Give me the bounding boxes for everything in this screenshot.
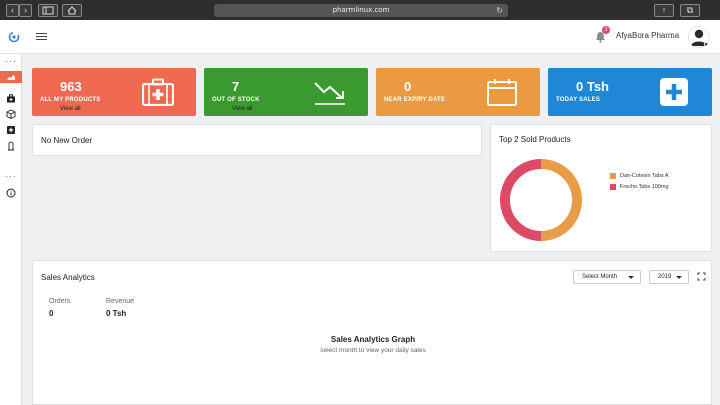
year-select[interactable]: 2019 <box>649 270 689 284</box>
plus-square-icon <box>7 126 15 134</box>
home-button[interactable] <box>62 4 82 17</box>
address-bar[interactable]: pharmlinux.com ↻ <box>214 4 508 17</box>
more-icon: ··· <box>5 57 17 66</box>
orders-value: 0 <box>49 309 54 318</box>
revenue-value: 0 Tsh <box>106 309 127 318</box>
legend-label: Dan-Cotesin Tabs A <box>620 173 669 179</box>
card-label: OUT OF STOCK <box>212 97 260 103</box>
sidebar: ··· ··· <box>0 54 22 405</box>
legend-label: Frecho Tabs 100mg <box>620 184 669 190</box>
fullscreen-icon[interactable] <box>697 272 706 281</box>
browser-back-button[interactable]: ‹ <box>6 4 19 17</box>
plus-box-icon <box>660 78 688 106</box>
year-select-value: 2019 <box>658 274 672 280</box>
avatar[interactable] <box>688 26 710 48</box>
view-all-link[interactable]: View all <box>60 106 81 112</box>
legend-item[interactable]: Dan-Cotesin Tabs A <box>610 173 669 179</box>
url-text: pharmlinux.com <box>332 6 390 14</box>
dashboard-icon <box>7 75 15 80</box>
tabs-button[interactable]: ⧉ <box>680 4 700 17</box>
top-products-title: Top 2 Sold Products <box>499 135 571 144</box>
medkit-icon <box>7 94 15 103</box>
sidebar-toggle-button[interactable] <box>38 4 58 17</box>
card-label: NEAR EXPIRY DATE <box>384 97 446 103</box>
reload-icon[interactable]: ↻ <box>496 4 503 17</box>
stat-card-near-expiry[interactable]: 0 NEAR EXPIRY DATE <box>376 68 540 116</box>
sales-analytics-panel: Sales Analytics Select Month 2019 Orders… <box>32 260 712 405</box>
medical-kit-icon <box>142 78 174 106</box>
box-icon <box>6 109 16 120</box>
app-logo-icon[interactable] <box>8 31 20 43</box>
app-header: 1 AfyaBora Pharma <box>0 20 720 54</box>
sidebar-item-info[interactable] <box>4 188 18 200</box>
view-all-link[interactable]: View all <box>232 106 253 112</box>
chevron-down-icon <box>676 276 682 279</box>
sidebar-item-inventory[interactable] <box>4 94 18 106</box>
stat-card-all-products[interactable]: 963 ALL MY PRODUCTS View all <box>32 68 196 116</box>
menu-icon[interactable] <box>36 33 47 40</box>
month-select-value: Select Month <box>582 274 618 280</box>
notification-badge: 1 <box>602 26 610 34</box>
user-name: AfyaBora Pharma <box>616 31 680 40</box>
card-value: 7 <box>232 79 240 94</box>
chart-legend: Dan-Cotesin Tabs A Frecho Tabs 100mg <box>610 173 669 195</box>
month-select[interactable]: Select Month <box>573 270 641 284</box>
notification-button[interactable]: 1 <box>595 26 610 43</box>
trend-down-icon <box>314 82 345 105</box>
revenue-label: Revenue <box>106 298 135 305</box>
sidebar-item-add[interactable] <box>4 125 18 137</box>
info-icon <box>6 188 16 198</box>
legend-swatch <box>610 173 616 179</box>
chevron-down-icon <box>628 276 634 279</box>
dashboard-page: 1 AfyaBora Pharma ··· ··· 963 ALL MY PRO… <box>0 20 720 405</box>
card-value: 0 Tsh <box>576 79 609 94</box>
share-button[interactable]: ↑ <box>654 4 674 17</box>
donut-slice-1[interactable] <box>540 159 582 241</box>
legend-swatch <box>610 184 616 190</box>
donut-slice-2[interactable] <box>500 159 542 241</box>
stat-card-out-of-stock[interactable]: 7 OUT OF STOCK View all <box>204 68 368 116</box>
browser-toolbar: ‹ › pharmlinux.com ↻ ↑ ⧉ <box>0 0 720 20</box>
sidebar-item-dashboard[interactable] <box>0 71 22 83</box>
card-value: 0 <box>404 79 412 94</box>
sidebar-item-products[interactable] <box>4 109 18 121</box>
graph-hint: select month to view your daily sales <box>320 347 426 354</box>
graph-title: Sales Analytics Graph <box>330 335 416 344</box>
status-dot <box>704 42 709 47</box>
sales-analytics-title: Sales Analytics <box>41 273 95 282</box>
top-products-panel: Top 2 Sold Products Dan-Cotesin Tabs A Fr… <box>490 124 712 252</box>
sidebar-item-reports[interactable] <box>4 141 18 153</box>
orders-panel: No New Order <box>32 124 482 156</box>
orders-label: Orders <box>49 298 71 305</box>
card-label: TODAY SALES <box>556 97 601 103</box>
more-icon: ··· <box>5 172 17 181</box>
stat-card-today-sales[interactable]: 0 Tsh TODAY SALES <box>548 68 712 116</box>
card-label: ALL MY PRODUCTS <box>40 97 101 103</box>
orders-panel-title: No New Order <box>41 136 93 145</box>
legend-item[interactable]: Frecho Tabs 100mg <box>610 184 669 190</box>
card-value: 963 <box>60 79 82 94</box>
building-icon <box>8 141 14 151</box>
browser-forward-button[interactable]: › <box>19 4 32 17</box>
top-products-donut-chart <box>500 159 582 241</box>
calendar-icon <box>487 79 517 106</box>
